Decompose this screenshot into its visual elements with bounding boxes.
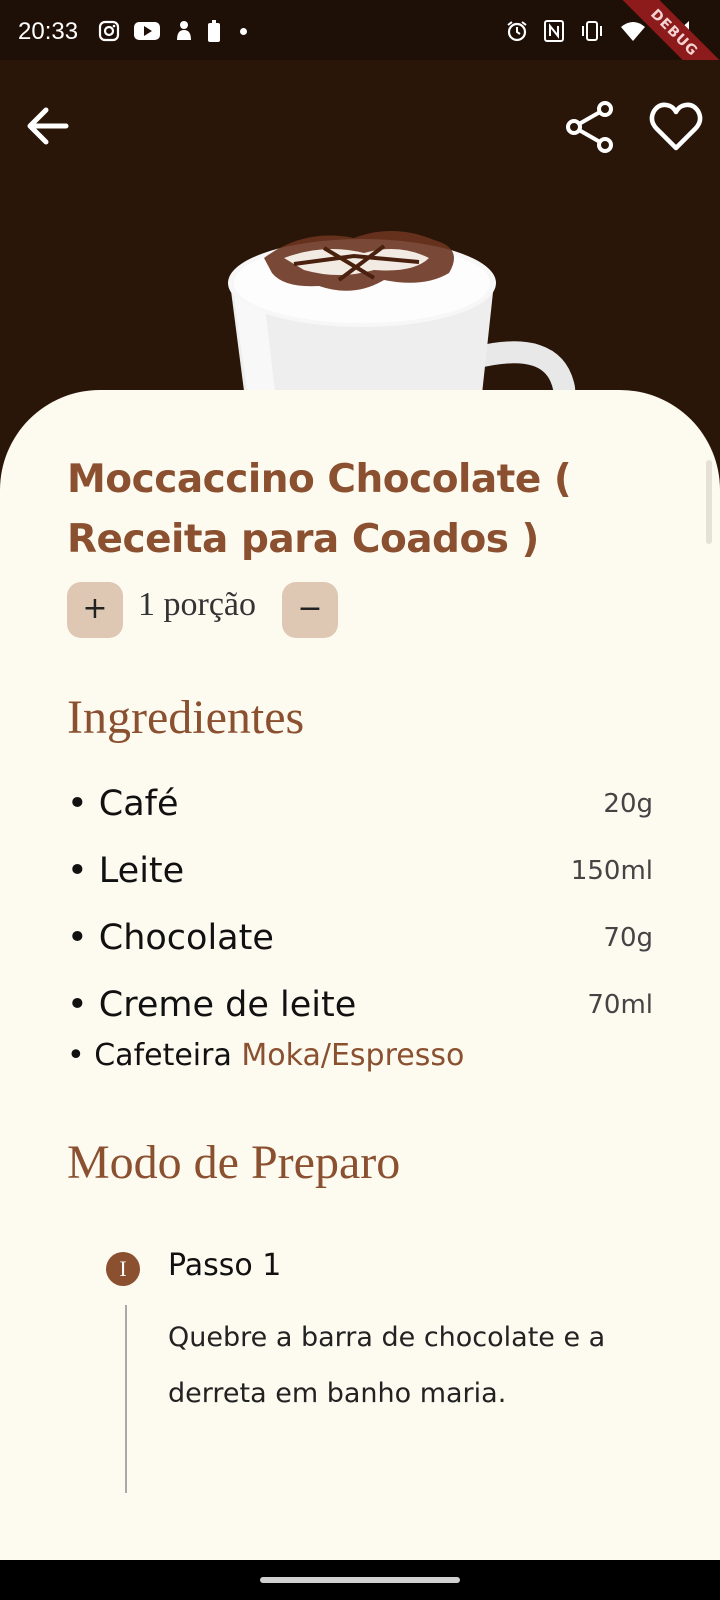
instagram-icon (98, 20, 120, 42)
recipe-title: Moccaccino Chocolate ( Receita para Coad… (67, 457, 572, 562)
alarm-icon (507, 21, 527, 42)
recipe-sheet: Moccaccino Chocolate ( Receita para Coad… (0, 390, 720, 1560)
assistant-icon (177, 21, 191, 40)
navigation-bar (0, 1560, 720, 1600)
battery-icon (208, 20, 220, 42)
share-icon (566, 101, 613, 153)
scrollbar-thumb[interactable] (706, 460, 712, 544)
step-description: Quebre a barra de chocolate e a derreta … (168, 1322, 606, 1409)
recipe-header (0, 60, 720, 400)
status-time: 20:33 (18, 18, 79, 45)
moccaccino-cup-image (228, 230, 576, 400)
youtube-icon (134, 22, 160, 40)
ingredient-row: • Chocolate 70g (67, 904, 653, 971)
preparation-title: Modo de Preparo (67, 1136, 401, 1189)
ingredient-row: • Creme de leite 70ml (67, 971, 653, 1038)
equipment-row: • Cafeteira Moka/Espresso (67, 1038, 464, 1073)
notification-dot (240, 27, 247, 35)
status-bar: 20:33 4G DEBUG (0, 0, 720, 106)
ingredients-list: • Café 20g • Leite 150ml • Chocolate 70g… (67, 770, 653, 1038)
ingredient-quantity: 20g (603, 788, 653, 819)
ingredient-name: • Creme de leite (67, 984, 357, 1025)
heart-outline-icon (649, 102, 703, 151)
status-left-icons (98, 20, 247, 42)
ingredient-name: • Leite (67, 850, 185, 891)
decrease-portion-button[interactable]: − (282, 582, 338, 638)
portion-count: 1 porção (138, 586, 257, 623)
step-connector-line (125, 1305, 127, 1493)
ingredient-quantity: 70g (603, 922, 653, 953)
share-button[interactable] (564, 100, 618, 154)
step-title: Passo 1 (168, 1248, 282, 1283)
ingredient-quantity: 150ml (570, 855, 653, 886)
equipment-link[interactable]: Moka/Espresso (241, 1038, 464, 1073)
favorite-button[interactable] (648, 100, 704, 154)
gesture-handle[interactable] (260, 1577, 460, 1583)
vibrate-icon (582, 21, 602, 41)
step-number-badge: I (106, 1252, 140, 1286)
ingredient-name: • Café (67, 783, 179, 824)
ingredient-name: • Chocolate (67, 917, 274, 958)
back-button[interactable] (22, 100, 74, 152)
ingredients-title: Ingredientes (67, 691, 305, 744)
ingredient-row: • Leite 150ml (67, 837, 653, 904)
arrow-left-icon (27, 107, 69, 145)
wifi-icon (621, 22, 645, 41)
increase-portion-button[interactable]: + (67, 582, 123, 638)
ingredient-row: • Café 20g (67, 770, 653, 837)
ingredient-quantity: 70ml (587, 989, 653, 1020)
equipment-label: • Cafeteira (67, 1038, 242, 1073)
nfc-icon (544, 20, 564, 42)
